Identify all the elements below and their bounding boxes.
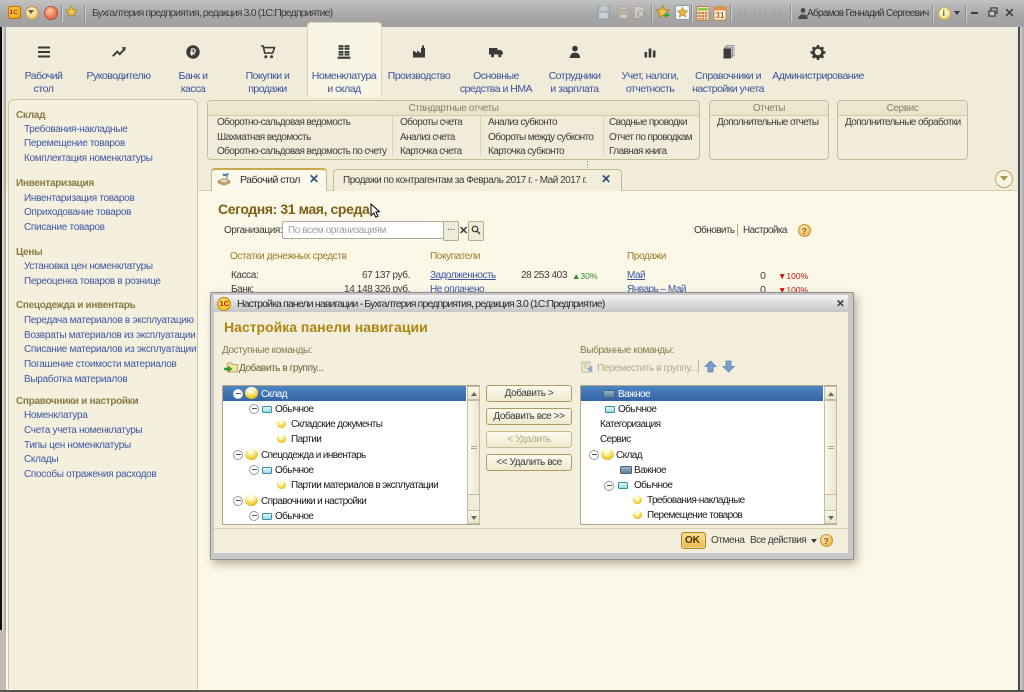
svg-text:31: 31 — [716, 11, 725, 20]
svg-text:₽: ₽ — [190, 47, 197, 58]
